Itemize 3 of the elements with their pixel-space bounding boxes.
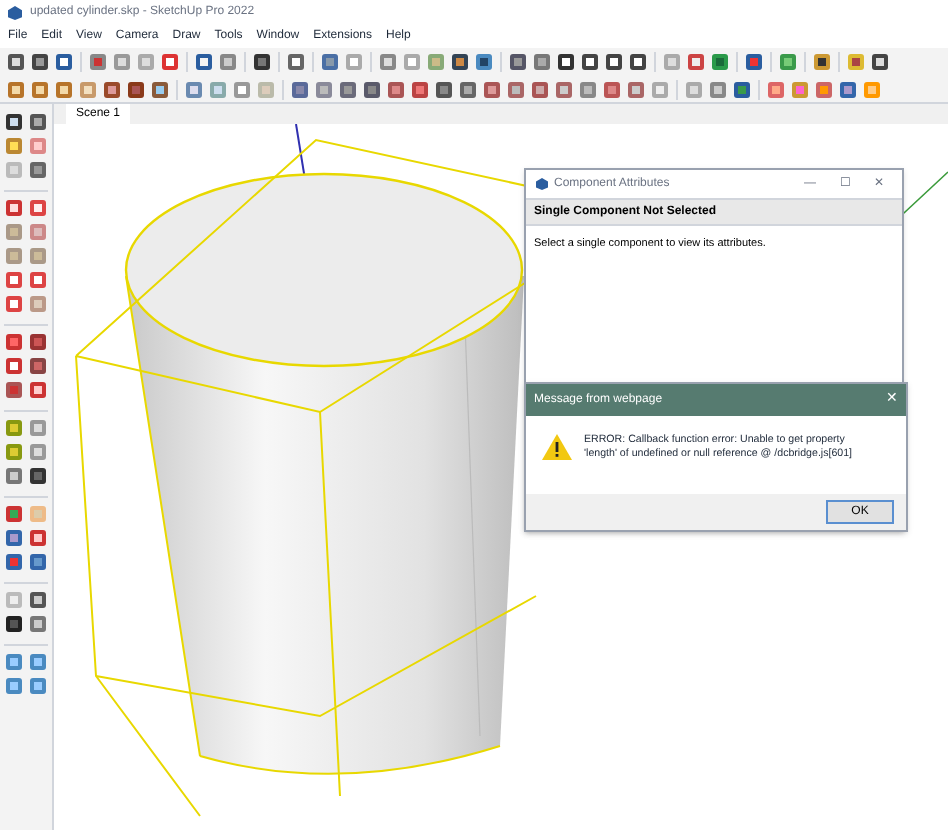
app-logo-icon <box>8 6 22 20</box>
app-logo-icon <box>536 178 548 190</box>
warning-icon <box>542 434 572 460</box>
